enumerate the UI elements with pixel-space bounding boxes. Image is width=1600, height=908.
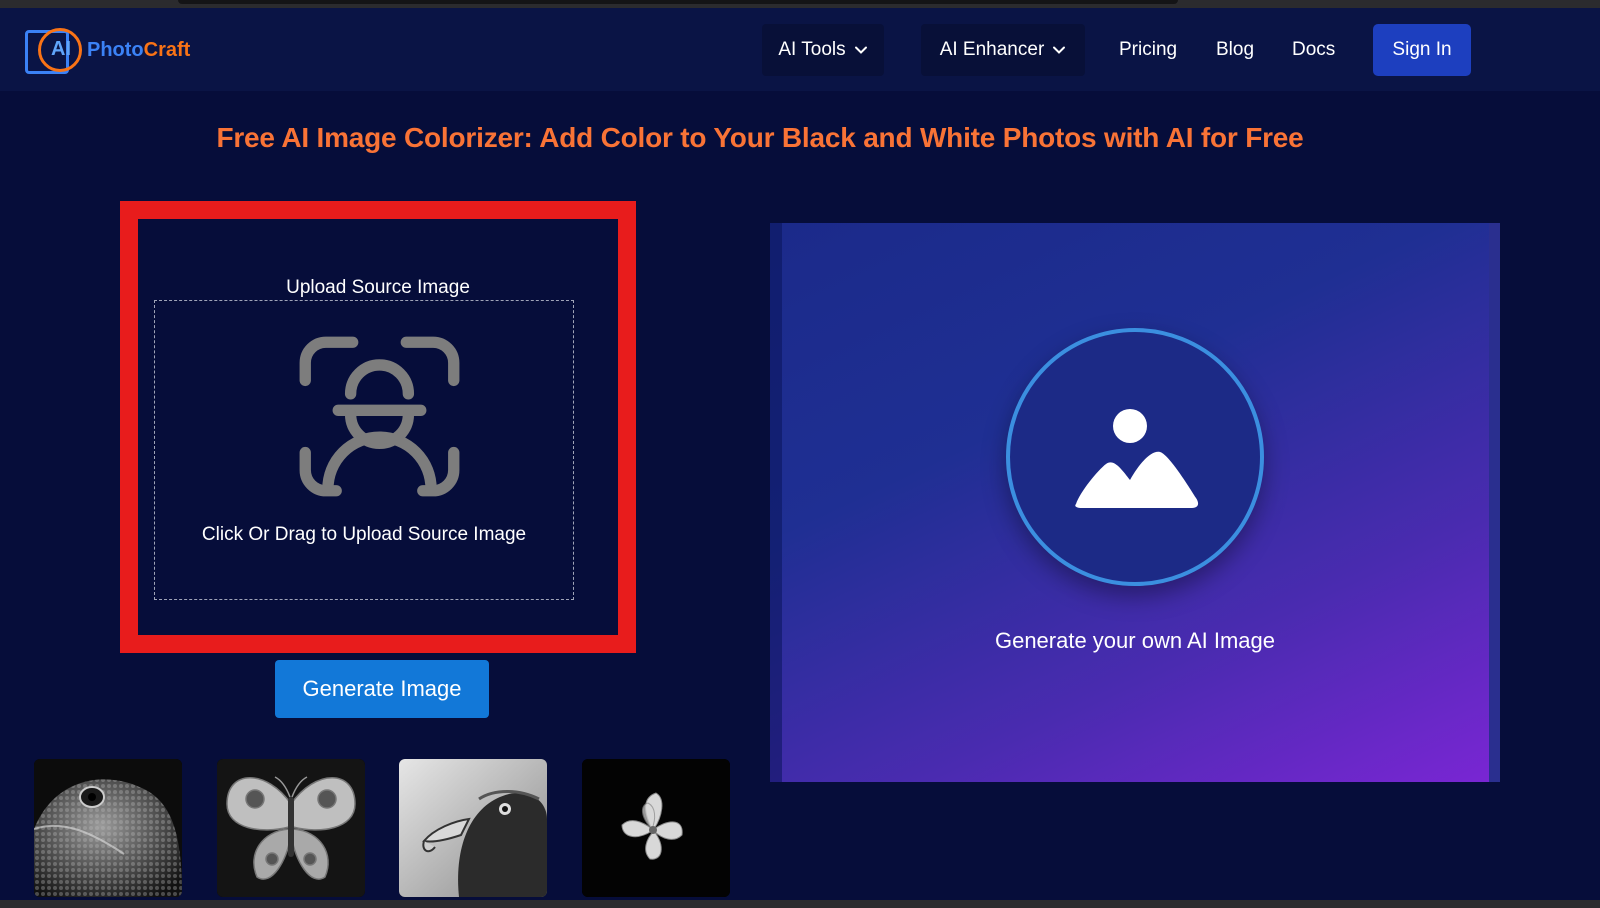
page: AI PhotoCraft AI Tools AI Enhancer Prici… [0,0,1600,908]
lizard-image [34,759,182,897]
nav-blog-link[interactable]: Blog [1216,24,1254,76]
logo-badge-text: AI [51,38,71,60]
preview-placeholder-circle [1006,328,1264,586]
nav-docs-link[interactable]: Docs [1292,24,1335,76]
logo-name-part2: Craft [143,38,191,61]
preview-panel-edge [1489,223,1500,782]
chevron-down-icon [1053,46,1066,54]
nav-ai-enhancer-dropdown[interactable]: AI Enhancer [921,24,1085,76]
logo-badge: AI [25,24,82,76]
sample-thumbnail-butterfly[interactable] [217,759,365,897]
sample-thumbnail-eagle[interactable] [399,759,547,897]
chevron-down-icon [854,46,867,54]
sample-thumbnail-lizard[interactable] [34,759,182,897]
site-header: AI PhotoCraft AI Tools AI Enhancer Prici… [0,8,1600,91]
logo-name-part1: Photo [87,38,144,61]
logo-text: PhotoCraft [87,39,190,62]
nav-ai-enhancer-label: AI Enhancer [939,39,1045,60]
preview-panel-edge [770,223,782,782]
preview-caption: Generate your own AI Image [994,628,1276,653]
flower-image [582,759,730,897]
sample-thumbnail-flower[interactable] [582,759,730,897]
nav-ai-tools-dropdown[interactable]: AI Tools [762,24,884,76]
upload-title: Upload Source Image [286,277,470,298]
eagle-image [399,759,547,897]
nav-pricing-link[interactable]: Pricing [1119,24,1177,76]
face-scan-icon [299,336,460,497]
nav-ai-tools-label: AI Tools [778,39,846,60]
page-title: Free AI Image Colorizer: Add Color to Yo… [216,122,1304,153]
butterfly-image [217,759,365,897]
browser-top-bar [0,0,1600,8]
browser-bottom-bar [0,900,1600,908]
logo[interactable]: AI PhotoCraft [25,22,190,78]
image-icon [1075,409,1199,508]
generate-image-button[interactable]: Generate Image [275,660,489,718]
scrollbar[interactable] [178,0,1178,4]
upload-instruction: Click Or Drag to Upload Source Image [201,524,527,545]
sign-in-button[interactable]: Sign In [1373,24,1471,76]
